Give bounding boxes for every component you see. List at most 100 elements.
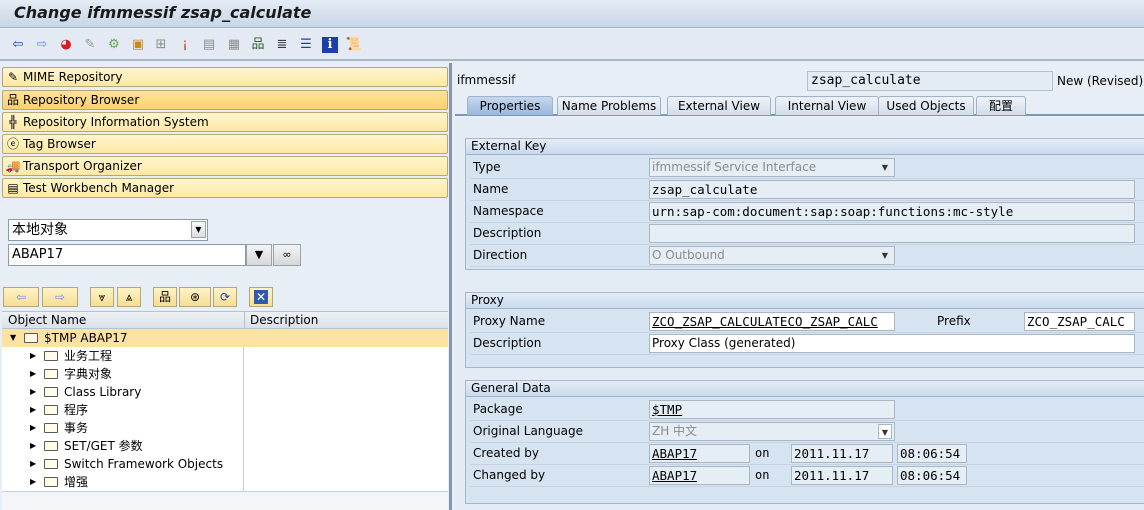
expanded-arrow-icon[interactable]: ▼: [10, 329, 16, 347]
type-select[interactable]: ifmmessif Service Interface ▼: [649, 158, 895, 177]
nav-label: Test Workbench Manager: [23, 181, 175, 195]
object-type-select[interactable]: 本地对象 ▼: [8, 219, 208, 241]
tree-node[interactable]: ▼ $TMP ABAP17: [2, 329, 448, 347]
chevron-down-icon[interactable]: ▼: [191, 221, 206, 238]
tree-node[interactable]: ▶ 增强: [2, 473, 448, 491]
check-icon[interactable]: ✎: [82, 37, 98, 53]
collapsed-arrow-icon[interactable]: ▶: [30, 419, 36, 437]
display-button[interactable]: ∞: [273, 244, 301, 266]
tree-node[interactable]: ▶ 字典对象: [2, 365, 448, 383]
scroll-icon[interactable]: 📜: [346, 37, 362, 53]
user-input[interactable]: ABAP17: [8, 244, 246, 266]
collapsed-arrow-icon[interactable]: ▶: [30, 455, 36, 473]
tree-node-label: 程序: [64, 403, 89, 417]
tree-node[interactable]: ▶ 程序: [2, 401, 448, 419]
changed-date-field: 2011.11.17: [791, 466, 893, 485]
collapse-all-button[interactable]: ⩓: [117, 287, 141, 307]
nav-tag-browser[interactable]: ⓔ Tag Browser: [2, 134, 448, 154]
display-object-list-icon[interactable]: ▤: [201, 37, 217, 53]
column-separator[interactable]: [244, 312, 245, 329]
type-row: Type ifmmessif Service Interface ▼: [470, 157, 1144, 179]
chevron-down-icon[interactable]: ▼: [878, 248, 892, 263]
tree-node[interactable]: ▶ 业务工程: [2, 347, 448, 365]
tab-external-view[interactable]: External View: [667, 96, 771, 115]
list-icon[interactable]: ☰: [298, 37, 314, 53]
tab-name-problems[interactable]: Name Problems: [557, 96, 661, 115]
description-field[interactable]: [649, 224, 1135, 243]
language-value: ZH 中文: [652, 424, 698, 438]
tree-node[interactable]: ▶ SET/GET 参数: [2, 437, 448, 455]
language-select[interactable]: ZH 中文 ▼: [649, 422, 895, 441]
nav-transport-organizer[interactable]: 🚚 Transport Organizer: [2, 156, 448, 176]
tree-node[interactable]: ▶ 事务: [2, 419, 448, 437]
namespace-field[interactable]: urn:sap-com:document:sap:soap:functions:…: [649, 202, 1135, 221]
nav-repository-browser[interactable]: 品 Repository Browser: [2, 90, 448, 110]
refresh-button[interactable]: ⟳: [213, 287, 237, 307]
navigation-window-icon[interactable]: ▦: [226, 37, 242, 53]
proxy-name-field[interactable]: ZCO_ZSAP_CALCULATECO_ZSAP_CALC: [649, 312, 895, 331]
hierarchy-up-button[interactable]: 品: [153, 287, 177, 307]
collapsed-arrow-icon[interactable]: ▶: [30, 365, 36, 383]
column-object-name[interactable]: Object Name: [8, 312, 86, 329]
tab-properties[interactable]: Properties: [467, 96, 553, 115]
tree-footer: [2, 492, 448, 510]
tree-node-label: Switch Framework Objects: [64, 457, 224, 471]
created-by-field[interactable]: ABAP17: [649, 444, 750, 463]
nav-mime-repository[interactable]: ✎ MIME Repository: [2, 67, 448, 87]
namespace-label: Namespace: [473, 204, 544, 218]
nav-repository-information-system[interactable]: ╬ Repository Information System: [2, 112, 448, 132]
tree-node[interactable]: ▶ Class Library: [2, 383, 448, 401]
proxy-description-field[interactable]: Proxy Class (generated): [649, 334, 1135, 353]
other-view-button[interactable]: ⊛: [179, 287, 211, 307]
next-object-button[interactable]: ⇨: [42, 287, 78, 307]
tab-configuration[interactable]: 配置: [976, 96, 1026, 115]
created-label: Created by: [473, 446, 540, 460]
test-icon[interactable]: ¡: [177, 37, 193, 53]
back-icon[interactable]: ⇦: [10, 37, 26, 53]
folder-icon: [44, 441, 58, 451]
tab-used-objects[interactable]: Used Objects: [878, 96, 974, 115]
activate-icon[interactable]: ⚙: [106, 37, 122, 53]
direction-value: O Outbound: [652, 248, 725, 262]
column-description[interactable]: Description: [250, 312, 318, 329]
collapsed-arrow-icon[interactable]: ▶: [30, 437, 36, 455]
collapsed-arrow-icon[interactable]: ▶: [30, 347, 36, 365]
repository-info-icon: ╬: [9, 115, 17, 129]
display-change-icon[interactable]: ◕: [58, 37, 74, 53]
user-dropdown-button[interactable]: ▼: [246, 244, 272, 266]
other-object-icon[interactable]: ▣: [130, 37, 146, 53]
collapsed-arrow-icon[interactable]: ▶: [30, 473, 36, 491]
nav-test-workbench-manager[interactable]: ▤ Test Workbench Manager: [2, 178, 448, 198]
direction-select[interactable]: O Outbound ▼: [649, 246, 895, 265]
created-row: Created by ABAP17 on 2011.11.17 08:06:54: [470, 443, 1144, 465]
package-field[interactable]: $TMP: [649, 400, 895, 419]
name-row: Name zsap_calculate: [470, 179, 1144, 201]
type-label: Type: [473, 160, 501, 174]
tree-node-label: 字典对象: [64, 367, 113, 381]
changed-by-field[interactable]: ABAP17: [649, 466, 750, 485]
hierarchy-icon[interactable]: 品: [250, 37, 266, 53]
tree-node[interactable]: ▶ Switch Framework Objects: [2, 455, 448, 473]
tree-node-label: 事务: [64, 421, 89, 435]
chevron-down-icon[interactable]: ▼: [878, 160, 892, 175]
name-field[interactable]: zsap_calculate: [649, 180, 1135, 199]
where-used-icon[interactable]: ⊞: [153, 37, 169, 53]
collapsed-arrow-icon[interactable]: ▶: [30, 401, 36, 419]
object-type-label: ifmmessif: [457, 73, 516, 87]
prefix-field[interactable]: ZCO_ZSAP_CALC: [1024, 312, 1135, 331]
folder-icon: [44, 477, 58, 487]
forward-icon[interactable]: ⇨: [34, 37, 50, 53]
close-browser-button[interactable]: ✕: [249, 287, 273, 307]
proxy-title: Proxy: [466, 293, 1144, 309]
folder-icon: [44, 351, 58, 361]
info-icon[interactable]: i: [322, 37, 338, 53]
previous-object-button[interactable]: ⇦: [3, 287, 39, 307]
title-bar: Change ifmmessif zsap_calculate: [0, 0, 1144, 28]
expand-all-button[interactable]: ⩔: [90, 287, 114, 307]
collapsed-arrow-icon[interactable]: ▶: [30, 383, 36, 401]
user-input-value: ABAP17: [12, 247, 64, 262]
open-folder-icon: [24, 333, 38, 343]
chevron-down-icon[interactable]: ▼: [878, 424, 892, 439]
stack-icon[interactable]: ≣: [274, 37, 290, 53]
tab-internal-view[interactable]: Internal View: [775, 96, 879, 115]
